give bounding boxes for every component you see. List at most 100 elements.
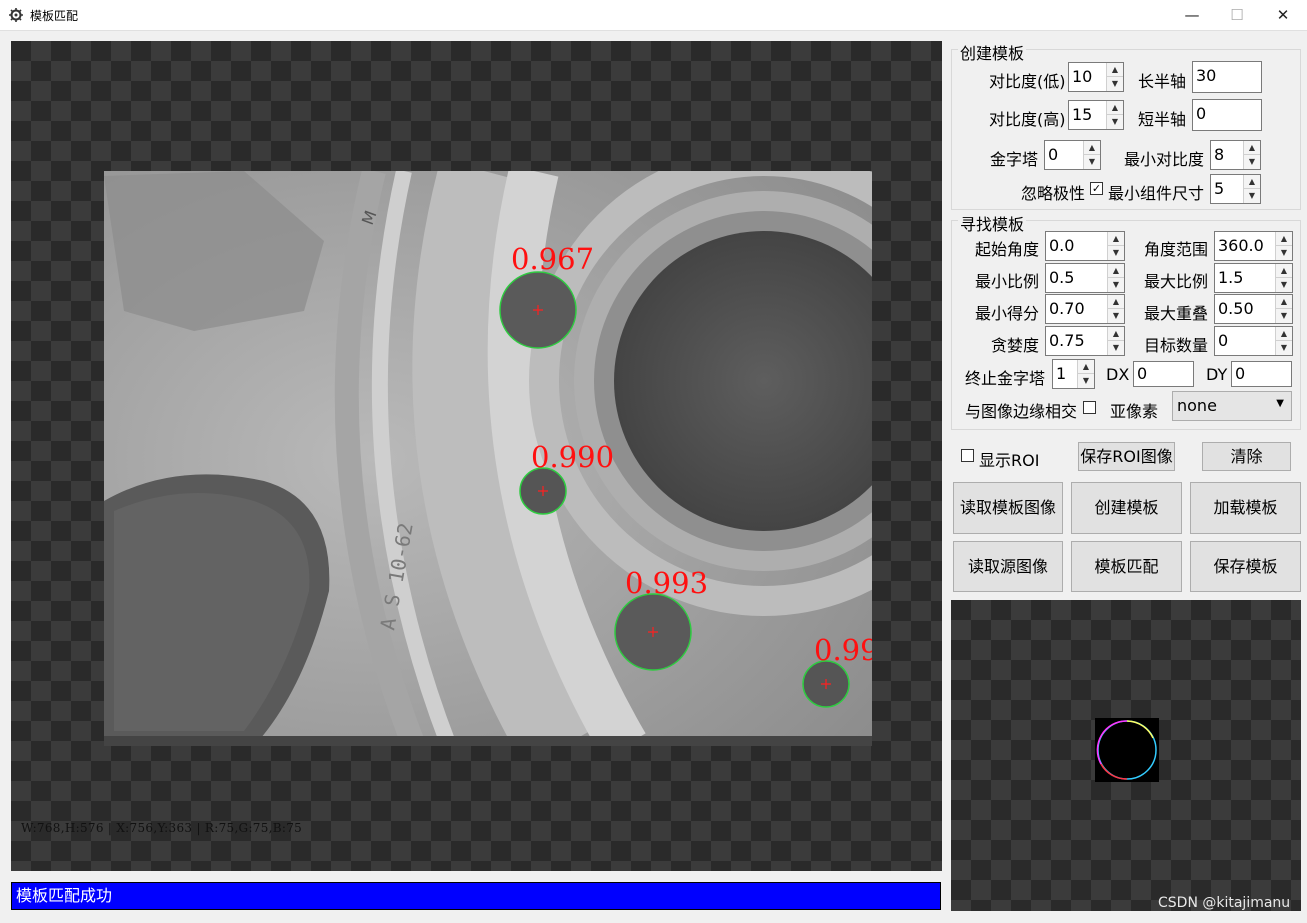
template-thumbnail	[1095, 718, 1159, 782]
create-template-button[interactable]: 创建模板	[1071, 482, 1182, 534]
load-template-button[interactable]: 加载模板	[1190, 482, 1301, 534]
ignore-polarity-checkbox[interactable]: ✓	[1090, 182, 1103, 195]
spin-up-icon[interactable]: ▲	[1084, 141, 1100, 155]
show-roi-checkbox[interactable]	[961, 449, 974, 462]
spin-up-icon[interactable]: ▲	[1078, 360, 1094, 374]
max-scale-spinner[interactable]: 1.5 ▲ ▼	[1214, 263, 1293, 293]
spin-down-icon[interactable]: ▼	[1084, 155, 1100, 169]
major-axis-label: 长半轴	[1138, 72, 1187, 91]
spin-up-icon[interactable]: ▲	[1108, 232, 1124, 246]
create-group-title: 创建模板	[958, 40, 1027, 64]
end-pyramid-spinner[interactable]: 1 ▲ ▼	[1052, 359, 1095, 389]
spin-up-icon[interactable]: ▲	[1107, 101, 1123, 115]
save-template-button[interactable]: 保存模板	[1190, 541, 1301, 592]
contrast-low-label: 对比度(低)	[989, 72, 1066, 91]
title-bar: 模板匹配 — ☐ ✕	[0, 0, 1307, 31]
start-angle-label: 起始角度	[975, 240, 1040, 259]
contrast-high-label: 对比度(高)	[989, 110, 1066, 129]
spin-down-icon[interactable]: ▼	[1276, 309, 1292, 323]
dy-field[interactable]: 0	[1231, 361, 1292, 387]
min-score-label: 最小得分	[975, 304, 1040, 323]
status-bar: 模板匹配成功	[11, 882, 941, 910]
minimize-button[interactable]: —	[1169, 0, 1215, 31]
close-button[interactable]: ✕	[1260, 0, 1306, 31]
spin-up-icon[interactable]: ▲	[1108, 295, 1124, 309]
image-viewer[interactable]: A S 10-62 M 0.967 0.990 0.993 0.99 W:768…	[11, 41, 942, 871]
clear-button[interactable]: 清除	[1202, 442, 1291, 471]
max-overlap-label: 最大重叠	[1144, 304, 1209, 323]
contrast-high-spinner[interactable]: 15 ▲ ▼	[1068, 100, 1124, 130]
match-template-button[interactable]: 模板匹配	[1071, 541, 1182, 592]
spin-down-icon[interactable]: ▼	[1244, 189, 1260, 203]
match-score-label: 0.990	[531, 440, 614, 474]
window-title: 模板匹配	[30, 9, 79, 23]
match-score-label: 0.967	[511, 242, 594, 276]
contrast-low-spinner[interactable]: 10 ▲ ▼	[1068, 62, 1124, 92]
intersect-border-label: 与图像边缘相交	[965, 402, 1078, 421]
maximize-button[interactable]: ☐	[1214, 0, 1260, 31]
max-overlap-spinner[interactable]: 0.50 ▲ ▼	[1214, 294, 1293, 324]
greediness-label: 贪婪度	[991, 336, 1040, 355]
find-group-title: 寻找模板	[958, 211, 1027, 235]
minor-axis-label: 短半轴	[1138, 110, 1187, 129]
pyramid-label: 金字塔	[990, 150, 1039, 169]
spin-down-icon[interactable]: ▼	[1108, 309, 1124, 323]
save-roi-image-button[interactable]: 保存ROI图像	[1078, 442, 1175, 471]
spin-up-icon[interactable]: ▲	[1108, 264, 1124, 278]
gear-icon	[9, 8, 23, 22]
min-scale-label: 最小比例	[975, 272, 1040, 291]
spin-down-icon[interactable]: ▼	[1276, 246, 1292, 260]
num-targets-spinner[interactable]: 0 ▲ ▼	[1214, 326, 1293, 356]
dx-field[interactable]: 0	[1133, 361, 1194, 387]
template-preview	[951, 600, 1301, 911]
major-axis-field[interactable]: 30	[1192, 61, 1262, 93]
spin-up-icon[interactable]: ▲	[1276, 295, 1292, 309]
min-scale-spinner[interactable]: 0.5 ▲ ▼	[1045, 263, 1125, 293]
spin-down-icon[interactable]: ▼	[1108, 341, 1124, 355]
source-image: A S 10-62 M 0.967 0.990 0.993 0.99	[104, 171, 872, 746]
spin-up-icon[interactable]: ▲	[1244, 141, 1260, 155]
match-score-label: 0.99	[814, 633, 872, 667]
read-template-image-button[interactable]: 读取模板图像	[953, 482, 1063, 534]
spin-down-icon[interactable]: ▼	[1107, 77, 1123, 91]
spin-up-icon[interactable]: ▲	[1244, 175, 1260, 189]
min-score-spinner[interactable]: 0.70 ▲ ▼	[1045, 294, 1125, 324]
min-component-spinner[interactable]: 5 ▲ ▼	[1210, 174, 1261, 204]
spin-up-icon[interactable]: ▲	[1108, 327, 1124, 341]
subpixel-label: 亚像素	[1110, 402, 1159, 421]
end-pyramid-label: 终止金字塔	[965, 369, 1046, 388]
angle-range-spinner[interactable]: 360.0 ▲ ▼	[1214, 231, 1293, 261]
spin-down-icon[interactable]: ▼	[1108, 246, 1124, 260]
spin-down-icon[interactable]: ▼	[1107, 115, 1123, 129]
spin-up-icon[interactable]: ▲	[1276, 264, 1292, 278]
spin-down-icon[interactable]: ▼	[1244, 155, 1260, 169]
minor-axis-field[interactable]: 0	[1192, 99, 1262, 131]
start-angle-spinner[interactable]: 0.0 ▲ ▼	[1045, 231, 1125, 261]
spin-up-icon[interactable]: ▲	[1276, 327, 1292, 341]
spin-up-icon[interactable]: ▲	[1276, 232, 1292, 246]
num-targets-label: 目标数量	[1144, 336, 1209, 355]
ignore-polarity-label: 忽略极性	[1021, 184, 1086, 203]
show-roi-label: 显示ROI	[979, 451, 1040, 470]
spin-down-icon[interactable]: ▼	[1078, 374, 1094, 388]
main-window: 模板匹配 — ☐ ✕ A S 10-62 M 0.967 0.990 0.993…	[0, 0, 1307, 923]
pyramid-spinner[interactable]: 0 ▲ ▼	[1044, 140, 1101, 170]
intersect-border-checkbox[interactable]	[1083, 401, 1096, 414]
min-contrast-label: 最小对比度	[1124, 150, 1205, 169]
dy-label: DY	[1206, 365, 1228, 384]
spin-down-icon[interactable]: ▼	[1108, 278, 1124, 292]
angle-range-label: 角度范围	[1144, 240, 1209, 259]
greediness-spinner[interactable]: 0.75 ▲ ▼	[1045, 326, 1125, 356]
min-contrast-spinner[interactable]: 8 ▲ ▼	[1210, 140, 1261, 170]
max-scale-label: 最大比例	[1144, 272, 1209, 291]
spin-down-icon[interactable]: ▼	[1276, 278, 1292, 292]
subpixel-select[interactable]: none ▼	[1172, 391, 1292, 421]
chevron-down-icon: ▼	[1276, 398, 1284, 409]
read-source-image-button[interactable]: 读取源图像	[953, 541, 1063, 592]
pixel-info: W:768,H:576 | X:756,Y:363 | R:75,G:75,B:…	[21, 821, 303, 835]
spin-up-icon[interactable]: ▲	[1107, 63, 1123, 77]
match-score-label: 0.993	[625, 566, 708, 600]
min-component-label: 最小组件尺寸	[1108, 184, 1205, 203]
watermark: CSDN @kitajimanu	[1158, 895, 1291, 911]
spin-down-icon[interactable]: ▼	[1276, 341, 1292, 355]
